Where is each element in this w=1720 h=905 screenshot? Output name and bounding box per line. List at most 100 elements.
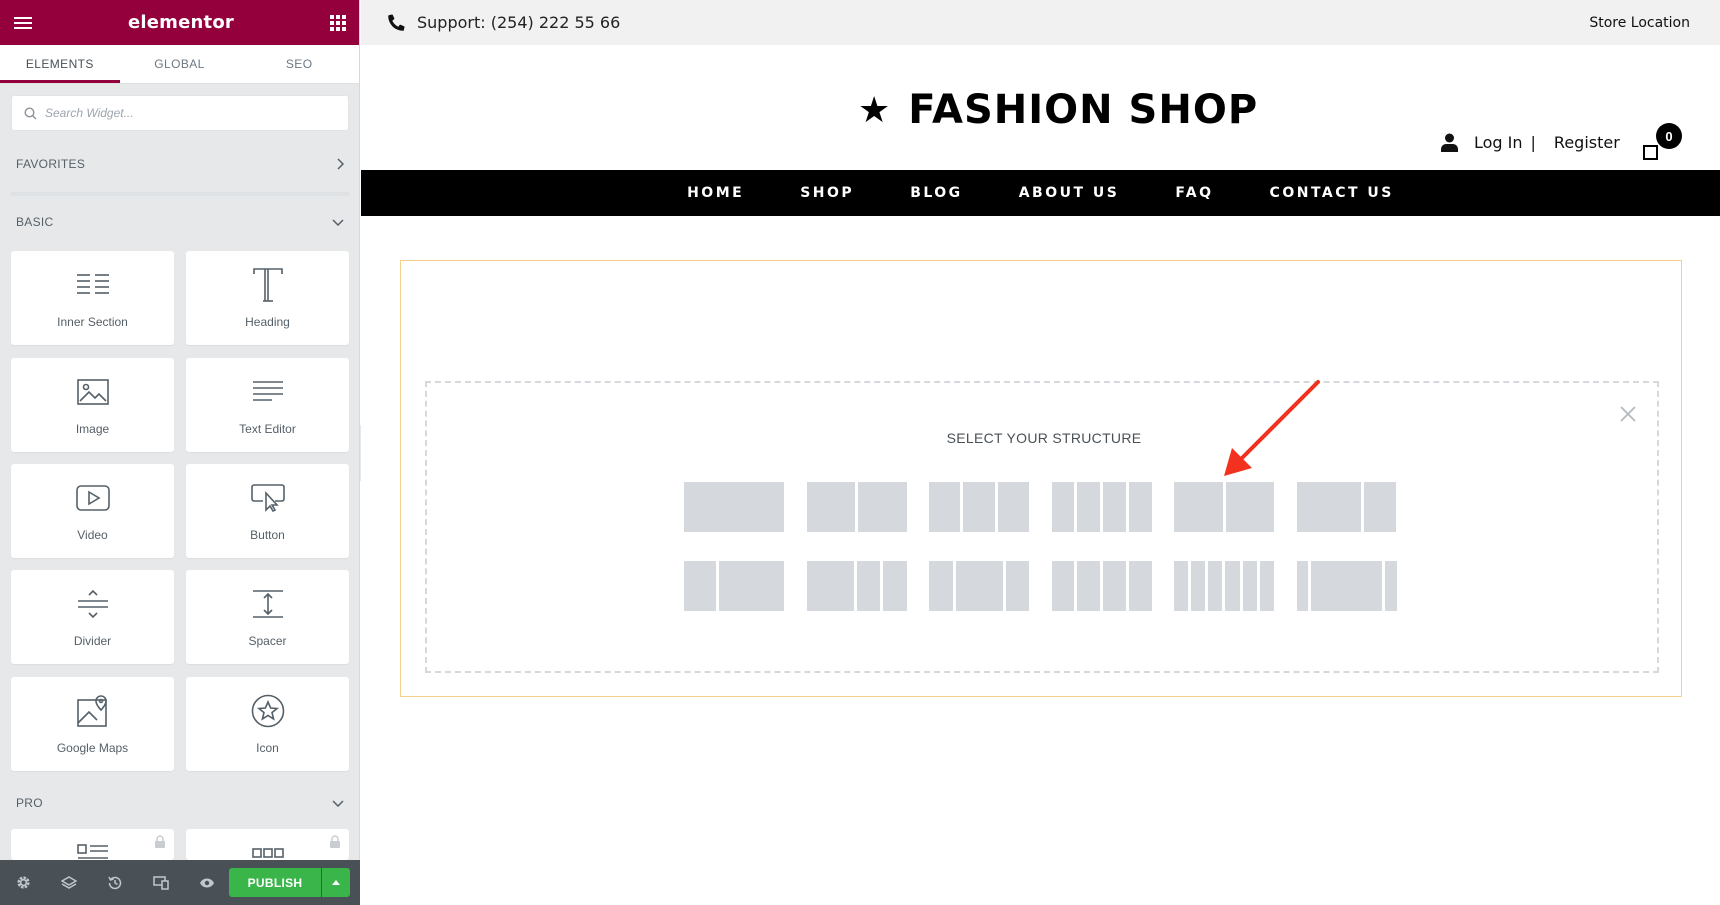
structure-column [1077, 561, 1100, 611]
structure-preset[interactable] [1296, 482, 1397, 532]
structure-preset[interactable] [684, 561, 784, 611]
widget-divider[interactable]: Divider [11, 570, 174, 664]
account-separator: | [1530, 133, 1536, 152]
nav-home[interactable]: HOME [687, 185, 744, 201]
panel-header: elementor [0, 0, 359, 45]
structure-column [858, 482, 907, 532]
structure-preset[interactable] [806, 561, 907, 611]
structure-column [1225, 561, 1240, 611]
structure-preset[interactable] [929, 561, 1029, 611]
panel-tabs: ELEMENTS GLOBAL SEO [0, 45, 359, 84]
elementor-panel: elementor ELEMENTS GLOBAL SEO FAVORITES … [0, 0, 360, 905]
close-icon[interactable] [1619, 405, 1637, 423]
site-logo-text: FASHION SHOP [908, 87, 1259, 133]
structure-column [684, 482, 784, 532]
nav-contact-us[interactable]: CONTACT US [1270, 185, 1394, 201]
cart-bag-icon [1643, 145, 1658, 160]
star-icon [251, 691, 285, 731]
tab-global[interactable]: GLOBAL [120, 45, 240, 83]
widget-label: Divider [73, 634, 112, 648]
structure-column [1077, 482, 1100, 532]
hamburger-menu-icon[interactable] [14, 14, 32, 32]
video-icon [75, 478, 110, 518]
tab-elements[interactable]: ELEMENTS [0, 45, 120, 83]
widget-text-editor[interactable]: Text Editor [186, 358, 349, 452]
widget-spacer[interactable]: Spacer [186, 570, 349, 664]
structure-preset[interactable] [806, 482, 907, 532]
history-icon[interactable] [106, 874, 124, 892]
nav-faq[interactable]: FAQ [1175, 185, 1213, 201]
structure-preset[interactable] [1296, 561, 1397, 611]
structure-preset[interactable] [1174, 561, 1274, 611]
category-basic[interactable]: BASIC [16, 212, 344, 232]
caret-up-icon [332, 880, 340, 885]
support-contact[interactable]: Support: (254) 222 55 66 [388, 13, 620, 32]
widget-heading[interactable]: Heading [186, 251, 349, 345]
structure-preset[interactable] [929, 482, 1029, 532]
structure-column [1242, 561, 1257, 611]
tab-seo[interactable]: SEO [239, 45, 359, 83]
structure-preset[interactable] [1051, 482, 1152, 532]
app-window: elementor ELEMENTS GLOBAL SEO FAVORITES … [0, 0, 1720, 905]
widget-button[interactable]: Button [186, 464, 349, 558]
structure-column [929, 561, 953, 611]
structure-column [929, 482, 961, 532]
structure-column [1364, 482, 1397, 532]
widget-image[interactable]: Image [11, 358, 174, 452]
account-links: Log In | Register [1441, 133, 1620, 152]
structure-column [1051, 561, 1075, 611]
site-logo[interactable]: ★ FASHION SHOP [858, 87, 1258, 133]
settings-gear-icon[interactable] [14, 874, 32, 892]
preview-eye-icon[interactable] [198, 874, 216, 892]
publish-options-button[interactable] [322, 868, 350, 897]
widget-label: Heading [245, 315, 290, 329]
widget-icon[interactable]: Icon [186, 677, 349, 771]
cart-count-badge: 0 [1656, 123, 1682, 149]
responsive-mode-icon[interactable] [152, 874, 170, 892]
structure-preset[interactable] [1174, 482, 1274, 532]
structure-preset[interactable] [1051, 561, 1152, 611]
widgets-grid-icon[interactable] [329, 14, 346, 31]
widget-pro-posts[interactable] [11, 829, 174, 860]
button-icon [250, 478, 285, 518]
search-widget-input[interactable] [45, 106, 325, 120]
nav-shop[interactable]: SHOP [800, 185, 854, 201]
image-icon [76, 372, 109, 412]
widget-label: Button [250, 528, 285, 542]
nav-blog[interactable]: BLOG [910, 185, 963, 201]
category-pro[interactable]: PRO [16, 793, 344, 813]
structure-column [1128, 482, 1152, 532]
widget-inner-section[interactable]: Inner Section [11, 251, 174, 345]
search-widget-box[interactable] [11, 95, 349, 131]
structure-column [1103, 482, 1126, 532]
structure-column [1311, 561, 1382, 611]
divider-icon [77, 584, 109, 624]
category-favorites[interactable]: FAVORITES [16, 154, 344, 174]
register-link[interactable]: Register [1554, 133, 1620, 152]
structure-column [955, 561, 1003, 611]
login-link[interactable]: Log In [1474, 133, 1523, 152]
widget-pro-portfolio[interactable] [186, 829, 349, 860]
structure-preset[interactable] [684, 482, 784, 532]
structure-column [719, 561, 784, 611]
heading-icon [252, 265, 283, 305]
store-location-link[interactable]: Store Location [1589, 15, 1690, 31]
structure-column [1225, 482, 1274, 532]
site-topbar: Support: (254) 222 55 66 Store Location [361, 0, 1720, 45]
structure-column [1384, 561, 1397, 611]
category-pro-label: PRO [16, 796, 43, 810]
publish-button[interactable]: PUBLISH [229, 868, 321, 897]
nav-about-us[interactable]: ABOUT US [1019, 185, 1120, 201]
chevron-down-icon [332, 800, 344, 807]
spacer-icon [252, 584, 284, 624]
category-divider [11, 192, 349, 196]
phone-icon [388, 14, 405, 31]
panel-footer: PUBLISH [0, 860, 360, 905]
navigator-layers-icon[interactable] [60, 874, 78, 892]
new-section: SELECT YOUR STRUCTURE [400, 260, 1682, 697]
structure-column [1191, 561, 1206, 611]
structure-column [1208, 561, 1223, 611]
widget-google-maps[interactable]: Google Maps [11, 677, 174, 771]
structure-column [1296, 561, 1309, 611]
widget-video[interactable]: Video [11, 464, 174, 558]
